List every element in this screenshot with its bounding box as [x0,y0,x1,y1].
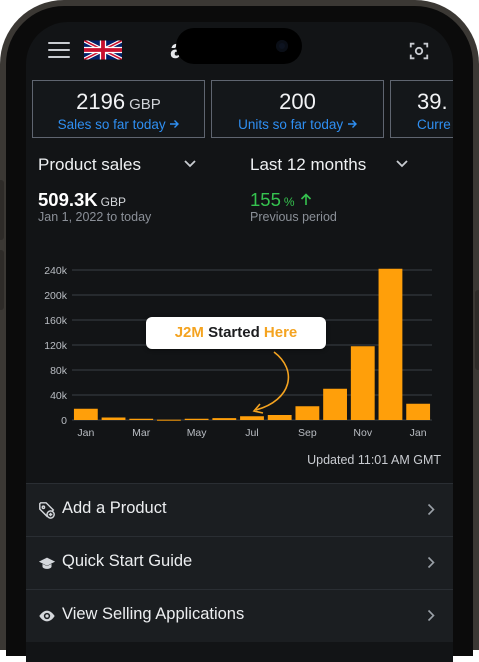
chevron-right-icon [427,556,435,569]
scan-icon[interactable] [408,40,430,62]
dynamic-island [176,28,302,64]
sales-today-value: 2196 [76,89,126,114]
y-tick-label: 160k [44,315,68,327]
list-item-quick-start[interactable]: Quick Start Guide [26,536,453,589]
list-item-view-applications[interactable]: View Selling Applications [26,589,453,642]
chart-bar-dec-11[interactable] [378,268,403,420]
current-value-row: 39. [417,89,453,115]
units-today-value-row: 200 [212,89,383,115]
total-sales-value: 509.3K GBP [38,189,126,211]
y-tick-label: 120k [44,340,68,352]
arrow-up-icon [300,193,311,205]
chevron-right-icon [427,503,435,516]
arrow-right-icon [170,120,180,128]
sales-today-label: Sales so far today [57,117,166,132]
chart-bar-mar-2[interactable] [129,418,154,420]
callout-part-1: J2M [174,324,204,341]
chart-bar-apr-3[interactable] [157,419,181,421]
list-item-label: Quick Start Guide [62,552,193,570]
metric-dropdown-label: Product sales [38,155,141,174]
phone-side-button-left-2 [0,250,4,310]
y-tick-label: 0 [61,415,67,427]
date-range: Jan 1, 2022 to today [38,210,152,224]
units-today-link[interactable]: Units so far today [212,117,383,132]
y-tick-label: 40k [50,390,68,402]
current-label: Curre [417,117,451,132]
x-tick-label: Jul [245,427,258,439]
action-list: Add a Product Quick Start Guide View Sel… [26,483,453,642]
chart-bar-may-4[interactable] [184,418,209,420]
change-number: 155 [250,189,281,210]
j2m-callout: J2M Started Here [146,317,326,349]
app-screen: a r 2196GBP Sales so far today 200 Units… [26,22,453,662]
uk-flag-icon[interactable] [84,39,122,61]
arrow-right-icon [347,120,357,128]
chart-bar-jan-12[interactable] [406,403,431,420]
summary-cards: 2196 GBP Sales so far today 200 Units so … [32,80,453,140]
y-tick-label: 240k [44,265,68,277]
x-tick-label: May [187,427,208,439]
x-tick-label: Jan [77,427,94,439]
list-item-label: Add a Product [62,499,167,517]
units-today-card[interactable]: 200 Units so far today [211,80,384,138]
total-sales-number: 509.3K [38,189,98,210]
list-item-label: View Selling Applications [62,605,245,623]
period-dropdown[interactable]: Last 12 months [250,155,366,175]
change-unit: % [283,195,295,209]
units-today-value: 200 [279,89,316,114]
chart-bar-jan-0[interactable] [73,408,98,420]
change-value: 155% [250,189,312,211]
hamburger-icon[interactable] [48,42,70,58]
list-item-add-product[interactable]: Add a Product [26,483,453,536]
current-link[interactable]: Curre [417,117,453,132]
chevron-right-icon [427,609,435,622]
sales-today-card[interactable]: 2196 GBP Sales so far today [32,80,205,138]
x-tick-label: Sep [298,427,317,439]
sales-today-value-row: 2196 GBP [33,89,204,115]
y-tick-label: 80k [50,365,68,377]
chart-bar-nov-10[interactable] [350,346,375,420]
y-tick-label: 200k [44,290,68,302]
sales-today-link[interactable]: Sales so far today [33,117,204,132]
chevron-down-icon[interactable] [183,159,197,169]
total-sales-unit: GBP [100,195,126,209]
front-camera-icon [276,40,288,52]
metric-dropdown[interactable]: Product sales [38,155,141,175]
chart-bar-oct-9[interactable] [323,388,347,420]
sales-today-unit: GBP [129,96,161,113]
callout-part-3: Here [263,324,298,341]
x-tick-label: Nov [353,427,372,439]
sales-chart: 0 40k 80k 120k 160k 200k 240k Jan Mar May Jul Sep No… [26,254,453,444]
updated-time: Updated 11:01 AM GMT [307,453,441,467]
sales-bar-chart: 0 40k 80k 120k 160k 200k 240k Jan Mar May Jul Sep No… [44,265,432,439]
callout-part-2: Started [203,324,264,341]
phone-side-button-right [475,290,479,370]
eye-icon [39,610,55,622]
chart-bar-jun-5[interactable] [212,418,237,420]
x-tick-label: Mar [132,427,151,439]
chart-bar-feb-1[interactable] [101,417,126,421]
current-value: 39. [417,89,448,114]
current-card[interactable]: 39. Curre [390,80,453,138]
selector-row: Product sales Last 12 months [38,155,448,179]
phone-side-button-left [0,180,4,240]
chevron-down-icon[interactable] [395,159,409,169]
tag-plus-icon [39,502,55,519]
units-today-label: Units so far today [238,117,344,132]
x-tick-label: Jan [410,427,427,439]
period-dropdown-label: Last 12 months [250,155,367,174]
change-label: Previous period [250,210,337,224]
graduation-cap-icon [38,557,56,569]
callout-arrow [252,351,290,414]
